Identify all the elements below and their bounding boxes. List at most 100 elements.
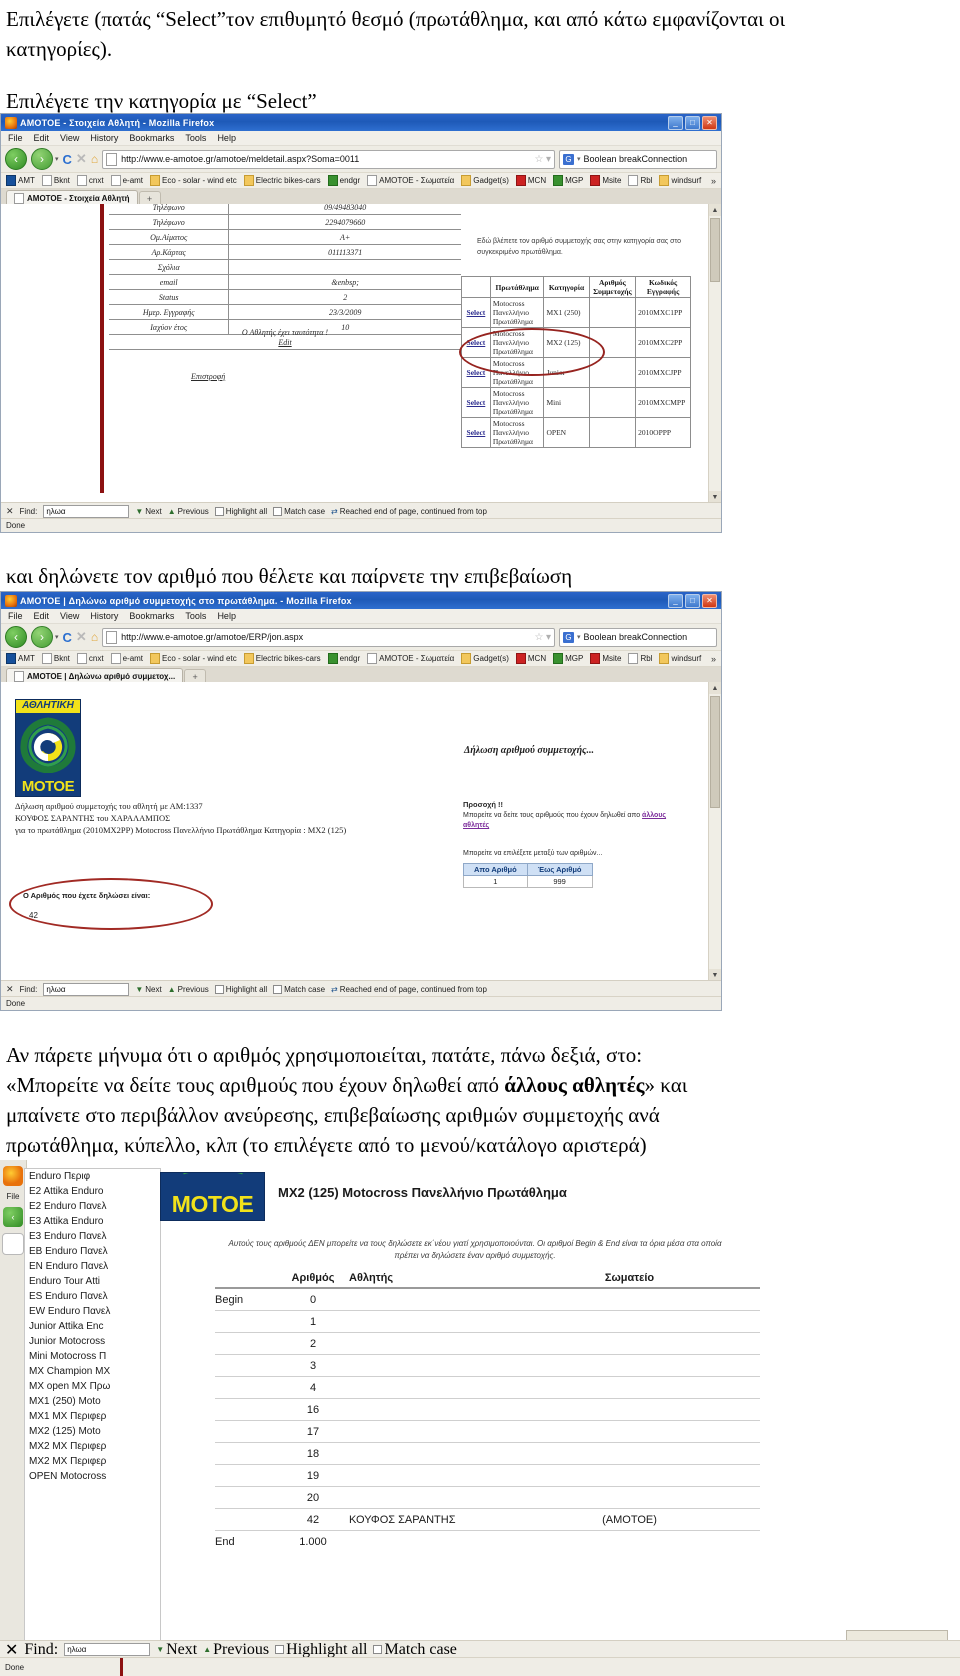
list-item[interactable]: EB Enduro Πανελ (25, 1244, 160, 1259)
search-bar[interactable]: G ▾ Boolean breakConnection (559, 627, 717, 647)
list-item[interactable]: MX2 MX Περιφερ (25, 1454, 160, 1469)
bookmark-item[interactable]: Electric bikes-cars (243, 653, 321, 664)
list-item[interactable]: E3 Enduro Πανελ (25, 1229, 160, 1244)
stop-icon[interactable]: ✕ (76, 151, 87, 167)
match-case-checkbox[interactable]: Match case (273, 984, 325, 994)
bookmark-item[interactable]: MCN (515, 653, 546, 664)
championship-list-panel[interactable]: Enduro Περιφ E2 Attika Enduro E2 Enduro … (24, 1168, 161, 1646)
bookmark-item[interactable]: AMOTOE - Σωματεία (367, 175, 454, 186)
menu-tools[interactable]: Tools (185, 133, 206, 143)
list-item[interactable]: E3 Attika Enduro (25, 1214, 160, 1229)
find-input[interactable]: ηλωα (64, 1643, 151, 1656)
forward-arrow-icon[interactable]: › (31, 148, 53, 170)
minimize-button[interactable]: _ (668, 115, 683, 130)
menu-bookmarks[interactable]: Bookmarks (129, 611, 174, 621)
list-item[interactable]: MX1 (250) Moto (25, 1394, 160, 1409)
highlight-all-toggle[interactable]: Highlight all (275, 1641, 367, 1659)
list-item[interactable]: Enduro Tour Atti (25, 1274, 160, 1289)
vertical-scrollbar[interactable]: ▲ ▼ (708, 204, 721, 503)
scrollbar-thumb[interactable] (710, 696, 720, 808)
menu-history[interactable]: History (90, 611, 118, 621)
home-icon[interactable]: ⌂ (91, 152, 98, 166)
scrollbar-thumb[interactable] (710, 218, 720, 282)
minimize-button[interactable]: _ (668, 593, 683, 608)
address-bar[interactable]: http://www.e-amotoe.gr/amotoe/ERP/jon.as… (102, 627, 555, 647)
close-icon[interactable]: ✕ (6, 506, 14, 517)
scroll-up-icon[interactable]: ▲ (709, 204, 721, 216)
list-item[interactable]: MX open MX Πρω (25, 1379, 160, 1394)
bookmarks-overflow-icon[interactable]: » (711, 176, 716, 186)
bookmark-item[interactable]: Eco - solar - wind etc (150, 653, 237, 664)
bookmark-item[interactable]: MGP (553, 653, 583, 664)
back-arrow-icon[interactable]: ‹ (3, 1207, 23, 1227)
select-link-cell[interactable]: Select (461, 387, 491, 418)
bookmark-item[interactable]: Eco - solar - wind etc (150, 175, 237, 186)
list-item[interactable]: EN Enduro Πανελ (25, 1259, 160, 1274)
list-item[interactable]: EW Enduro Πανελ (25, 1304, 160, 1319)
list-item[interactable]: Junior Attika Enc (25, 1319, 160, 1334)
close-button[interactable]: ✕ (702, 115, 717, 130)
find-next-button[interactable]: ▼ Next (135, 507, 161, 516)
find-next-button[interactable]: ▼ Next (135, 985, 161, 994)
bookmark-item[interactable]: windsurf (659, 653, 701, 664)
maximize-button[interactable]: □ (685, 593, 700, 608)
bookmark-item[interactable]: Bknt (41, 175, 70, 186)
chevron-down-icon[interactable]: ▾ (577, 633, 581, 641)
vertical-scrollbar[interactable]: ▲ ▼ (708, 682, 721, 981)
bookmark-item[interactable]: e-amt (110, 653, 143, 664)
reload-icon[interactable]: C (63, 630, 72, 645)
firefox-icon[interactable] (3, 1166, 23, 1186)
bookmark-item[interactable]: MGP (553, 175, 583, 186)
list-item[interactable]: Junior Motocross (25, 1334, 160, 1349)
bookmark-item[interactable]: windsurf (659, 175, 701, 186)
bookmark-item[interactable]: Rbl (628, 175, 652, 186)
bookmark-item[interactable]: Electric bikes-cars (243, 175, 321, 186)
star-icon[interactable]: ☆ ▾ (535, 154, 551, 165)
bookmark-item[interactable]: Gadget(s) (461, 175, 509, 186)
menu-view[interactable]: View (60, 133, 79, 143)
bookmark-item[interactable]: endgr (327, 175, 360, 186)
menu-history[interactable]: History (90, 133, 118, 143)
star-icon[interactable]: ☆ ▾ (535, 632, 551, 643)
home-icon[interactable]: ⌂ (91, 630, 98, 644)
bookmark-item[interactable]: e-amt (110, 175, 143, 186)
chevron-down-icon[interactable]: ▾ (55, 155, 59, 163)
bookmark-item[interactable]: Rbl (628, 653, 652, 664)
select-link-cell[interactable]: Select (461, 297, 491, 328)
bookmark-item[interactable]: AMT (6, 653, 35, 664)
find-next-button[interactable]: ▼ Next (156, 1641, 197, 1659)
select-link-cell[interactable]: Select (461, 417, 491, 448)
menu-edit[interactable]: Edit (34, 611, 50, 621)
chevron-down-icon[interactable]: ▾ (577, 155, 581, 163)
list-item[interactable]: Enduro Περιφ (25, 1169, 160, 1184)
select-link-cell[interactable]: Select (461, 357, 491, 388)
search-bar[interactable]: G ▾ Boolean breakConnection (559, 149, 717, 169)
menu-file[interactable]: File (8, 611, 23, 621)
bookmark-item[interactable]: cnxt (76, 653, 104, 664)
highlight-all-toggle[interactable]: Highlight all (214, 506, 267, 516)
find-input[interactable]: ηλωα (43, 504, 130, 518)
close-button[interactable]: ✕ (702, 593, 717, 608)
find-previous-button[interactable]: ▲ Previous (168, 507, 209, 516)
menu-help[interactable]: Help (217, 611, 236, 621)
stop-icon[interactable]: ✕ (76, 629, 87, 645)
menu-file[interactable]: File (8, 133, 23, 143)
list-item[interactable]: MX2 (125) Moto (25, 1424, 160, 1439)
menu-tools[interactable]: Tools (185, 611, 206, 621)
list-item[interactable]: E2 Attika Enduro (25, 1184, 160, 1199)
find-previous-button[interactable]: ▲ Previous (203, 1641, 269, 1659)
bookmark-item[interactable]: Msite (590, 653, 621, 664)
menu-help[interactable]: Help (217, 133, 236, 143)
find-previous-button[interactable]: ▲ Previous (168, 985, 209, 994)
list-item[interactable]: ES Enduro Πανελ (25, 1289, 160, 1304)
address-bar[interactable]: http://www.e-amotoe.gr/amotoe/meldetail.… (102, 149, 555, 169)
close-icon[interactable]: ✕ (6, 984, 14, 995)
list-item[interactable]: OPEN Motocross (25, 1469, 160, 1484)
scroll-up-icon[interactable]: ▲ (709, 682, 721, 694)
chevron-down-icon[interactable]: ▾ (55, 633, 59, 641)
bookmarks-overflow-icon[interactable]: » (711, 654, 716, 664)
bookmark-item[interactable]: AMOTOE - Σωματεία (367, 653, 454, 664)
list-item[interactable]: MX1 MX Περιφερ (25, 1409, 160, 1424)
bookmark-item[interactable]: cnxt (76, 175, 104, 186)
match-case-checkbox[interactable]: Match case (373, 1641, 457, 1659)
